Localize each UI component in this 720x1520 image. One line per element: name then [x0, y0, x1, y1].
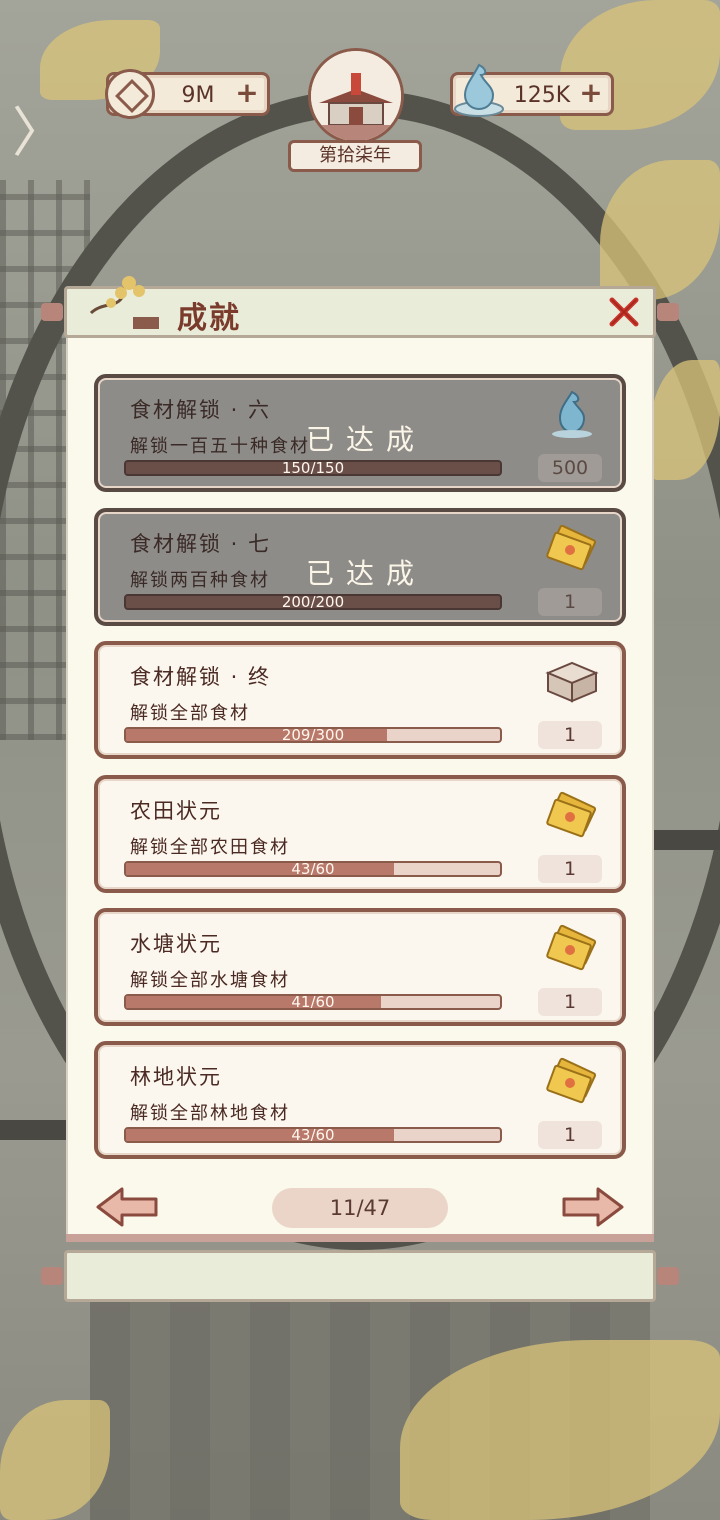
scroll-rod [657, 1267, 679, 1285]
progress-bar: 150/150 [124, 460, 502, 476]
achievement-card[interactable]: 农田状元解锁全部农田食材 43/60 1 [94, 775, 626, 893]
year-label: 第拾柒年 [288, 140, 422, 172]
ticket-icon [542, 522, 602, 574]
progress-bar: 209/300 [124, 727, 502, 743]
page-indicator: 11/47 [272, 1188, 448, 1228]
add-coins-button[interactable]: + [235, 79, 259, 107]
year-badge[interactable]: 第拾柒年 [288, 48, 422, 172]
achievement-name: 食材解锁 · 七 [130, 532, 272, 556]
side-menu-arrow-icon[interactable]: 〉 [12, 106, 66, 160]
achievement-card[interactable]: 水塘状元解锁全部水塘食材 41/60 1 [94, 908, 626, 1026]
add-water-button[interactable]: + [579, 79, 603, 107]
box-icon [542, 655, 602, 707]
panel-footer [41, 1250, 679, 1302]
water-counter: 125K + [450, 63, 614, 117]
progress-text: 43/60 [291, 1127, 335, 1143]
reward-amount: 1 [538, 1121, 602, 1149]
progress-text: 43/60 [291, 861, 335, 877]
coin-icon [105, 69, 155, 119]
completed-label: 已达成 [306, 557, 427, 590]
achievement-desc: 解锁全部林地食材 [130, 1103, 290, 1124]
reward-amount: 1 [538, 988, 602, 1016]
panel-title: 成就 [177, 301, 241, 336]
reward-amount: 1 [538, 721, 602, 749]
progress-bar: 41/60 [124, 994, 502, 1010]
panel-divider [66, 1234, 654, 1242]
progress-bar: 43/60 [124, 861, 502, 877]
progress-text: 200/200 [281, 594, 345, 610]
progress-text: 209/300 [281, 727, 345, 743]
ticket-icon [542, 1055, 602, 1107]
prev-page-button[interactable] [96, 1186, 160, 1228]
achievement-desc: 解锁两百种食材 [130, 570, 270, 591]
coin-counter: 9M + [105, 69, 270, 119]
water-value: 125K [513, 83, 571, 108]
water-drop-icon [454, 63, 504, 117]
ticket-icon [542, 922, 602, 974]
reward-amount: 1 [538, 855, 602, 883]
achievement-desc: 解锁全部农田食材 [130, 837, 290, 858]
pavilion-icon [308, 48, 404, 144]
close-button[interactable] [607, 295, 641, 329]
scroll-rod [41, 1267, 63, 1285]
achievement-name: 食材解锁 · 六 [130, 398, 272, 422]
achievement-card[interactable]: 食材解锁 · 终解锁全部食材 209/300 1 [94, 641, 626, 759]
achievement-name: 水塘状元 [130, 932, 222, 956]
progress-bar: 200/200 [124, 594, 502, 610]
progress-text: 150/150 [281, 460, 345, 476]
achievement-card[interactable]: 食材解锁 · 七解锁两百种食材 200/200 1 已达成 [94, 508, 626, 626]
scroll-rod [657, 303, 679, 321]
table-edge [0, 1120, 70, 1140]
achievement-name: 农田状元 [130, 799, 222, 823]
progress-bar: 43/60 [124, 1127, 502, 1143]
panel-header: 成就 [41, 276, 679, 338]
achievement-desc: 解锁全部食材 [130, 703, 250, 724]
achievement-name: 林地状元 [130, 1065, 222, 1089]
achievement-card[interactable]: 食材解锁 · 六解锁一百五十种食材 150/150 500 已达成 [94, 374, 626, 492]
reward-amount: 1 [538, 588, 602, 616]
table-edge [650, 830, 720, 850]
achievement-desc: 解锁一百五十种食材 [130, 436, 310, 457]
achievement-name: 食材解锁 · 终 [130, 665, 272, 689]
reward-amount: 500 [538, 454, 602, 482]
coin-value: 9M [181, 83, 215, 108]
bonsai-icon [89, 276, 159, 329]
achievement-desc: 解锁全部水塘食材 [130, 970, 290, 991]
water-drop-icon [542, 388, 602, 440]
progress-text: 41/60 [291, 994, 335, 1010]
achievement-card[interactable]: 林地状元解锁全部林地食材 43/60 1 [94, 1041, 626, 1159]
completed-label: 已达成 [306, 423, 427, 456]
next-page-button[interactable] [560, 1186, 624, 1228]
ticket-icon [542, 789, 602, 841]
scroll-rod [41, 303, 63, 321]
